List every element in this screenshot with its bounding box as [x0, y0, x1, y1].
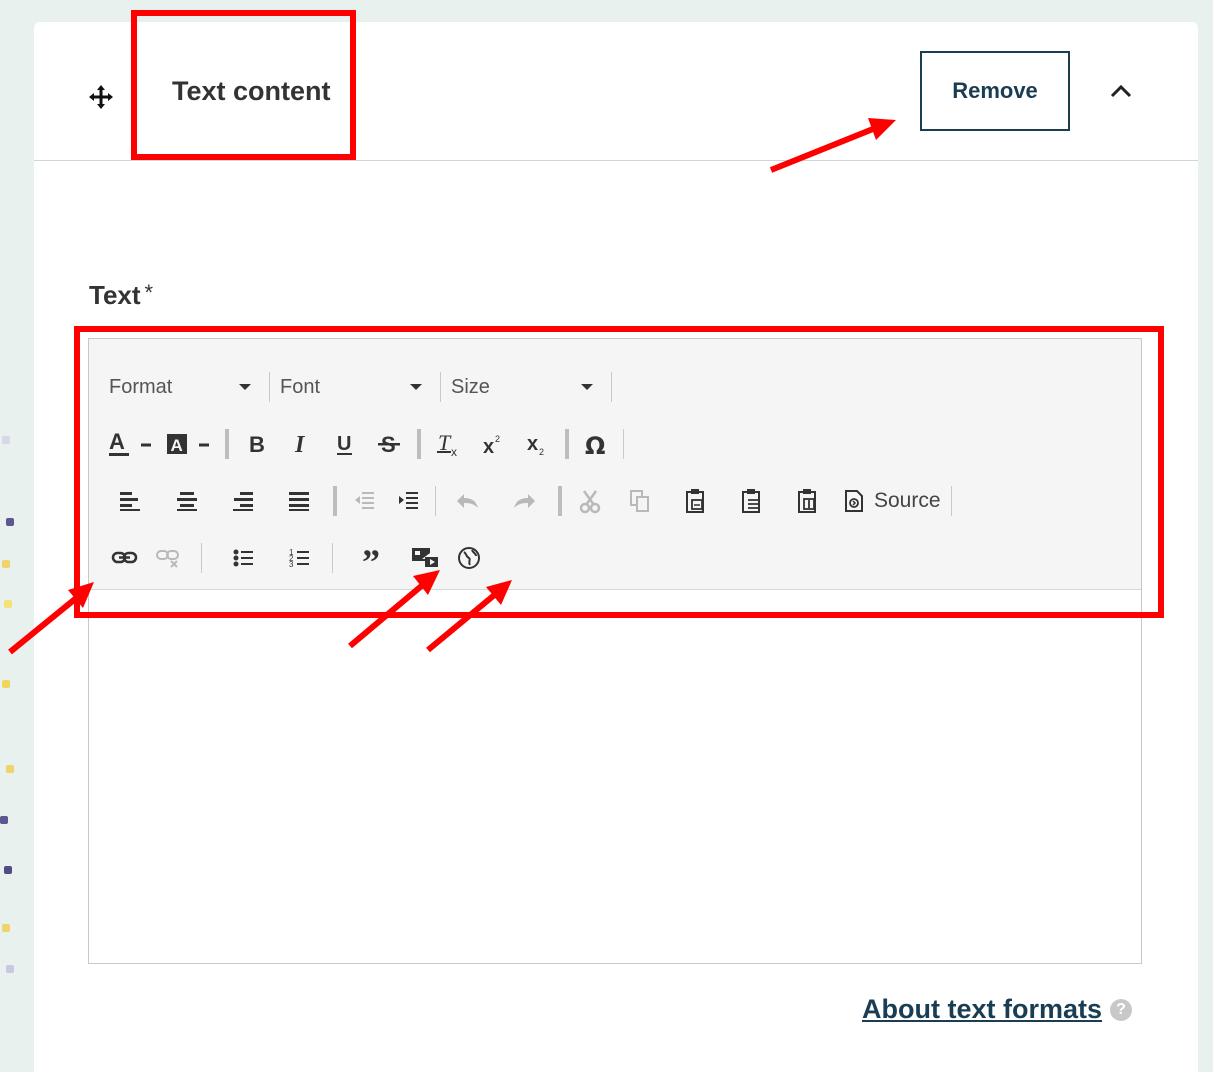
annotation-title-box: [131, 10, 356, 160]
drag-handle-icon[interactable]: [88, 84, 114, 110]
editor-content-area[interactable]: [89, 590, 1141, 963]
annotation-toolbar-box: [74, 326, 1164, 618]
help-icon[interactable]: ?: [1110, 998, 1133, 1021]
required-mark: *: [144, 280, 154, 305]
field-label-text: Text: [89, 280, 141, 310]
text-field-label: Text *: [89, 280, 153, 311]
about-text-formats-link[interactable]: About text formats: [862, 994, 1102, 1025]
text-format-help: About text formats ?: [862, 994, 1133, 1025]
remove-button[interactable]: Remove: [920, 51, 1070, 131]
background-decoration: [0, 420, 14, 1000]
chevron-up-icon[interactable]: [1108, 78, 1134, 104]
